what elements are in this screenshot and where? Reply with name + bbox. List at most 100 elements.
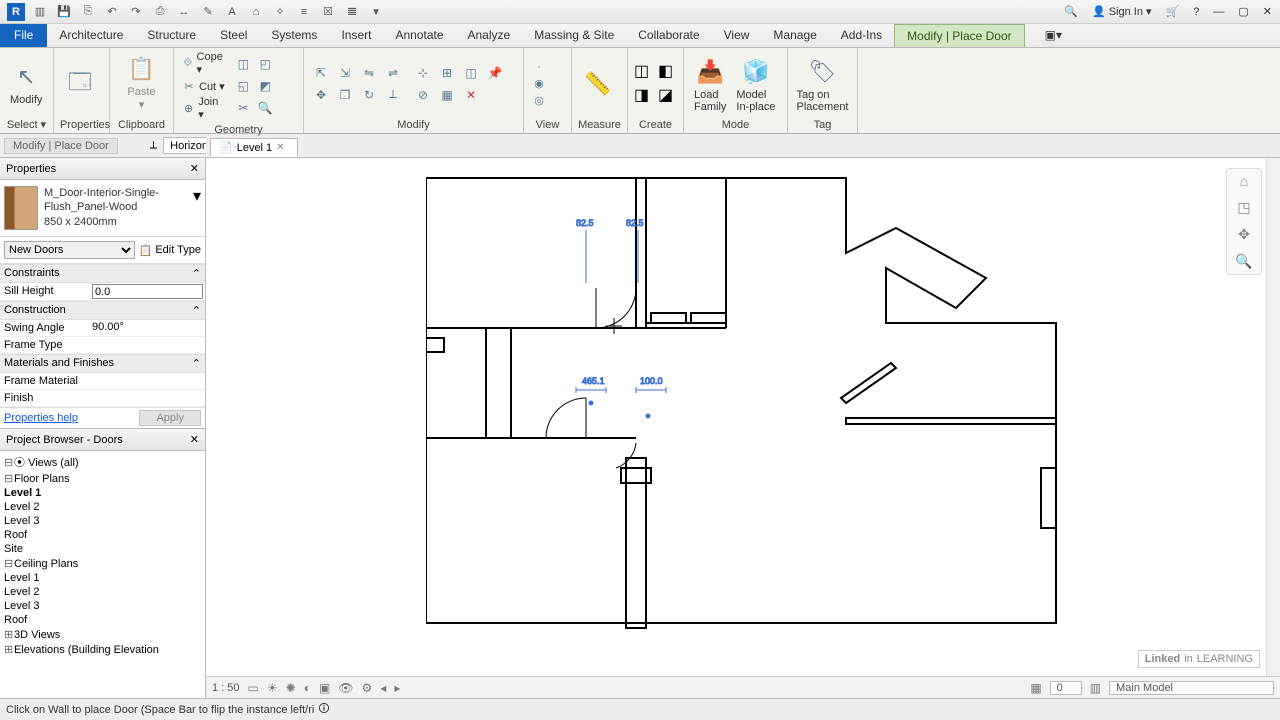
geom-4-icon[interactable]: ◩	[255, 76, 275, 96]
shadow-icon[interactable]: ◐	[304, 681, 311, 695]
cat-constraints[interactable]: Constraints⌃	[0, 264, 205, 283]
model-select[interactable]: Main Model	[1109, 681, 1274, 695]
orient-icon[interactable]: ⟂	[150, 139, 157, 152]
load-family-button[interactable]: 📥Load Family	[690, 53, 730, 115]
site-node[interactable]: Site	[4, 542, 201, 556]
nav-pan-icon[interactable]: ✥	[1238, 226, 1250, 243]
status-icon[interactable]: 🛈	[318, 700, 329, 719]
scale-icon[interactable]: ◫	[460, 63, 482, 83]
tab-analyze[interactable]: Analyze	[456, 24, 523, 47]
3d-icon[interactable]: ⌂	[247, 3, 265, 21]
section-icon[interactable]: ✧	[271, 3, 289, 21]
detail-icon[interactable]: ▭	[248, 681, 259, 695]
views-node[interactable]: ⊟⦿ Views (all)	[4, 453, 201, 471]
create-2-icon[interactable]: ◧	[658, 61, 680, 83]
tab-insert[interactable]: Insert	[329, 24, 383, 47]
nav-cube-icon[interactable]: ◳	[1237, 199, 1250, 216]
print-icon[interactable]: ⎙	[151, 3, 169, 21]
tab-architecture[interactable]: Architecture	[47, 24, 135, 47]
rotate-icon[interactable]: ↻	[358, 85, 380, 105]
filter-select[interactable]: New Doors	[4, 241, 135, 259]
tab-annotate[interactable]: Annotate	[383, 24, 455, 47]
model-inplace-button[interactable]: 🧊Model In-place	[732, 53, 779, 115]
sill-height-input[interactable]	[92, 284, 203, 299]
search-icon[interactable]: 🔍	[1060, 3, 1082, 20]
zoom-value[interactable]: 0	[1050, 681, 1082, 695]
cope-button[interactable]: ⟐Cope ▾	[180, 50, 227, 77]
tab-addins[interactable]: Add-Ins	[829, 24, 894, 47]
nav-right-icon[interactable]: ▸	[394, 681, 400, 695]
cat-construction[interactable]: Construction⌃	[0, 301, 205, 320]
finish-value[interactable]	[90, 390, 205, 406]
redo-icon[interactable]: ↷	[127, 3, 145, 21]
frame-type-value[interactable]	[90, 337, 205, 353]
signin-button[interactable]: 👤 Sign In ▾	[1088, 3, 1156, 20]
maximize-button[interactable]: ▢	[1234, 3, 1252, 20]
hide-icon[interactable]: 👁	[338, 681, 353, 695]
model-icon[interactable]: ▥	[1090, 681, 1101, 695]
measure-button[interactable]: 📏	[578, 65, 618, 103]
trim-icon[interactable]: ⟂	[382, 85, 404, 105]
reveal-icon[interactable]: ⚙	[362, 681, 373, 695]
pin-icon[interactable]: 📌	[484, 63, 506, 83]
paste-button[interactable]: 📋Paste ▾	[122, 50, 162, 113]
level-2-node[interactable]: Level 2	[4, 500, 201, 514]
type-dropdown-icon[interactable]: ▾	[193, 186, 201, 230]
geom-6-icon[interactable]: 🔍	[255, 98, 275, 118]
tag-on-placement-button[interactable]: 🏷Tag on Placement	[794, 53, 851, 115]
properties-close-icon[interactable]: ✕	[190, 162, 199, 175]
open-icon[interactable]: ▥	[31, 3, 49, 21]
sync-icon[interactable]: ⎘	[79, 3, 97, 21]
close-hidden-icon[interactable]: ☒	[319, 3, 337, 21]
dim-icon[interactable]: ✎	[199, 3, 217, 21]
tab-collapse-icon[interactable]: ▣▾	[1033, 24, 1074, 47]
edit-type-button[interactable]: 📋 Edit Type	[139, 244, 201, 257]
frame-material-value[interactable]	[90, 373, 205, 389]
exchange-icon[interactable]: 🛒	[1162, 3, 1184, 20]
tab-steel[interactable]: Steel	[208, 24, 259, 47]
properties-help-link[interactable]: Properties help	[4, 412, 78, 424]
geom-2-icon[interactable]: ◰	[255, 54, 275, 74]
scrollbar-vertical[interactable]	[1266, 158, 1280, 676]
ceiling-roof-node[interactable]: Roof	[4, 613, 201, 627]
cat-materials[interactable]: Materials and Finishes⌃	[0, 354, 205, 373]
copy-icon[interactable]: ❐	[334, 85, 356, 105]
ceiling-plans-node[interactable]: ⊟Ceiling Plans	[4, 556, 201, 571]
tab-massing[interactable]: Massing & Site	[522, 24, 626, 47]
level-3-node[interactable]: Level 3	[4, 514, 201, 528]
view-3-icon[interactable]: ◎	[530, 93, 548, 109]
save-icon[interactable]: 💾	[55, 3, 73, 21]
apply-button[interactable]: Apply	[139, 410, 201, 426]
canvas[interactable]: 82.5 82.5 465.1 100.0	[206, 158, 1280, 698]
doc-tab-close-icon[interactable]: ✕	[276, 142, 284, 153]
browser-close-icon[interactable]: ✕	[190, 433, 199, 446]
undo-icon[interactable]: ↶	[103, 3, 121, 21]
geom-5-icon[interactable]: ✂	[233, 98, 253, 118]
view-2-icon[interactable]: ◉	[530, 76, 548, 92]
swing-angle-value[interactable]: 90.00°	[90, 320, 205, 336]
mirror-draw-icon[interactable]: ⇌	[382, 63, 404, 83]
tab-manage[interactable]: Manage	[761, 24, 828, 47]
ceiling-l1-node[interactable]: Level 1	[4, 571, 201, 585]
align-icon[interactable]: ⇱	[310, 63, 332, 83]
tab-collaborate[interactable]: Collaborate	[626, 24, 711, 47]
move-icon[interactable]: ✥	[310, 85, 332, 105]
create-4-icon[interactable]: ◪	[658, 85, 680, 107]
floor-plans-node[interactable]: ⊟Floor Plans	[4, 471, 201, 486]
geom-1-icon[interactable]: ◫	[233, 54, 253, 74]
roof-node[interactable]: Roof	[4, 528, 201, 542]
elevations-node[interactable]: ⊞Elevations (Building Elevation	[4, 642, 201, 657]
tab-systems[interactable]: Systems	[259, 24, 329, 47]
delete-icon[interactable]: ✕	[460, 85, 482, 105]
create-3-icon[interactable]: ◨	[634, 85, 656, 107]
tab-file[interactable]: File	[0, 24, 47, 47]
unpin-icon[interactable]: ⊘	[412, 85, 434, 105]
nav-left-icon[interactable]: ◂	[380, 681, 386, 695]
group-icon[interactable]: ▦	[436, 85, 458, 105]
nav-home-icon[interactable]: ⌂	[1240, 173, 1248, 189]
geom-3-icon[interactable]: ◱	[233, 76, 253, 96]
sun-icon[interactable]: ✺	[286, 681, 296, 695]
properties-button[interactable]: 🗔	[60, 65, 100, 103]
modify-button[interactable]: ↖Modify	[6, 58, 46, 108]
nav-zoom-icon[interactable]: 🔍	[1235, 253, 1252, 270]
